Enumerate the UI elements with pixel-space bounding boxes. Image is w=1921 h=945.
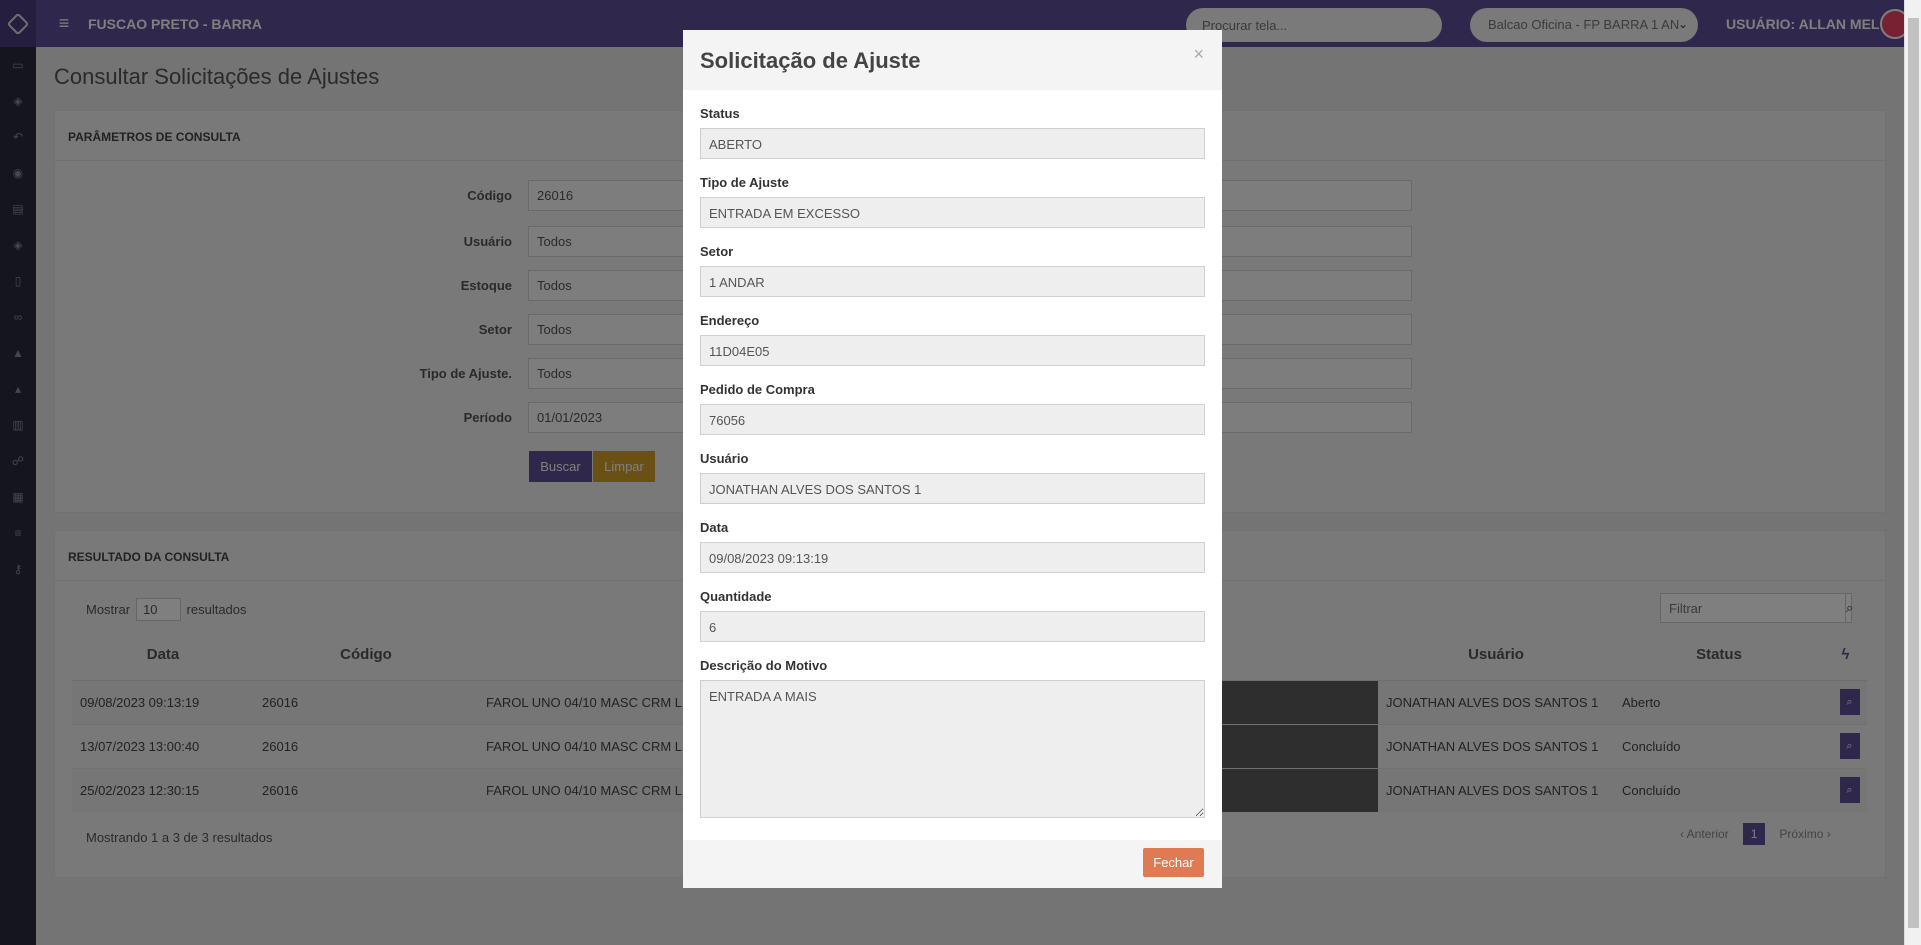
data-label: Data [700, 520, 729, 535]
motivo-label: Descrição do Motivo [700, 658, 828, 673]
modal-footer: Fechar [683, 840, 1222, 888]
status-field[interactable]: ABERTO [700, 128, 1205, 159]
pedido-group: Pedido de Compra 76056 [700, 382, 1205, 435]
data-group: Data 09/08/2023 09:13:19 [700, 520, 1205, 573]
usuario-group: Usuário JONATHAN ALVES DOS SANTOS 1 [700, 451, 1205, 504]
fechar-button[interactable]: Fechar [1143, 848, 1204, 877]
setor-group: Setor 1 ANDAR [700, 244, 1205, 297]
pedido-field[interactable]: 76056 [700, 404, 1205, 435]
usuario-label-modal: Usuário [700, 451, 749, 466]
status-group: Status ABERTO [700, 106, 1205, 159]
adjust-request-modal: Solicitação de Ajuste × Status ABERTO Ti… [683, 30, 1222, 888]
tipo-ajuste-group: Tipo de Ajuste ENTRADA EM EXCESSO [700, 175, 1205, 228]
status-label: Status [700, 106, 740, 121]
quantidade-label: Quantidade [700, 589, 772, 604]
data-field[interactable]: 09/08/2023 09:13:19 [700, 542, 1205, 573]
modal-body: Status ABERTO Tipo de Ajuste ENTRADA EM … [683, 106, 1222, 821]
endereco-group: Endereço 11D04E05 [700, 313, 1205, 366]
tipo-ajuste-field[interactable]: ENTRADA EM EXCESSO [700, 197, 1205, 228]
setor-label-modal: Setor [700, 244, 734, 259]
endereco-label: Endereço [700, 313, 760, 328]
quantidade-group: Quantidade 6 [700, 589, 1205, 642]
modal-title: Solicitação de Ajuste [700, 48, 921, 73]
page-scrollbar[interactable] [1904, 0, 1921, 945]
setor-field[interactable]: 1 ANDAR [700, 266, 1205, 297]
modal-header: Solicitação de Ajuste × [683, 30, 1222, 90]
endereco-field[interactable]: 11D04E05 [700, 335, 1205, 366]
quantidade-field[interactable]: 6 [700, 611, 1205, 642]
close-icon[interactable]: × [1193, 44, 1204, 65]
motivo-group: Descrição do Motivo ENTRADA A MAIS [700, 658, 1205, 821]
tipo-ajuste-label: Tipo de Ajuste [700, 175, 789, 190]
motivo-textarea[interactable]: ENTRADA A MAIS [700, 680, 1205, 818]
pedido-label: Pedido de Compra [700, 382, 815, 397]
usuario-field[interactable]: JONATHAN ALVES DOS SANTOS 1 [700, 473, 1205, 504]
